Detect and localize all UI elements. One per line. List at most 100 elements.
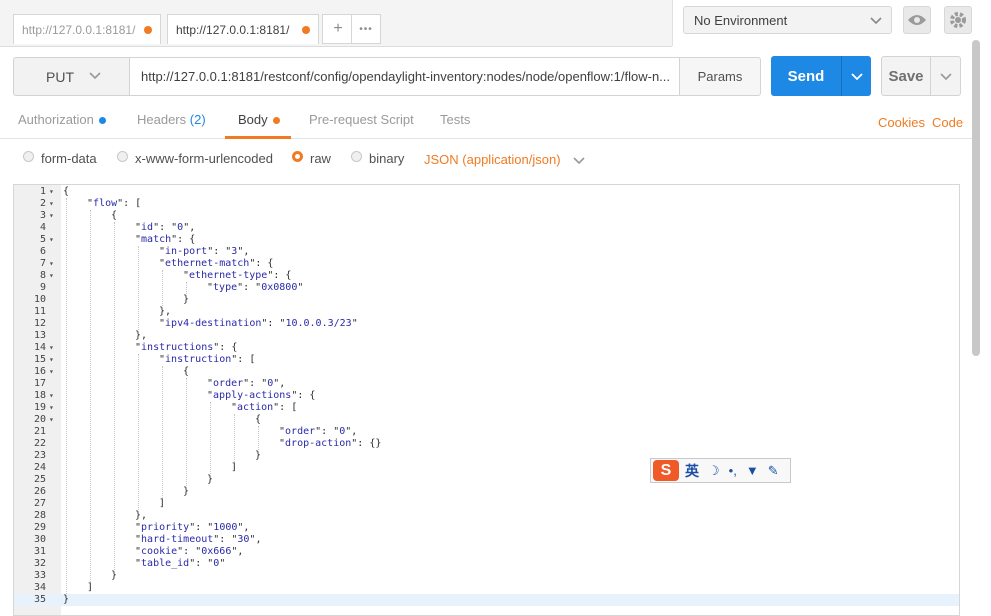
code-text: } [255,450,262,461]
cookies-link[interactable]: Cookies [878,115,925,130]
fold-toggle-icon[interactable]: ▾ [49,390,54,402]
fold-toggle-icon[interactable]: ▾ [49,234,54,246]
fold-toggle-icon[interactable]: ▾ [49,258,54,270]
radio-raw[interactable] [292,151,303,162]
tab-body[interactable]: Body [238,112,280,127]
method-select[interactable]: PUT [13,57,129,96]
code-line: 11}, [14,306,959,318]
line-number: 35 [33,594,46,605]
code-text: } [183,294,190,305]
code-line: 6 "in-port": "3", [14,246,959,258]
params-button[interactable]: Params [679,57,761,96]
tab-tests[interactable]: Tests [440,112,470,127]
fold-toggle-icon[interactable]: ▾ [49,186,54,198]
request-tab-2[interactable]: http://127.0.0.1:8181/ [167,14,319,44]
tab-headers[interactable]: Headers (2) [137,112,206,127]
punctuation-icon[interactable]: •, [729,463,737,478]
gear-icon[interactable] [944,6,972,34]
fold-toggle-icon[interactable]: ▾ [49,210,54,222]
send-button[interactable]: Send [771,56,841,96]
code-line: 20 ▾ { [14,414,959,426]
more-tabs-button[interactable]: ••• [351,14,381,44]
code-line: 28}, [14,510,959,522]
request-tab-1[interactable]: http://127.0.0.1:8181/ [13,14,161,44]
line-number: 32 [33,558,46,569]
code-text: "hard-timeout": "30", [135,534,262,545]
moon-icon[interactable]: ☽ [708,463,720,479]
chevron-down-icon [939,73,952,81]
fold-toggle-icon[interactable]: ▾ [49,402,54,414]
indicator-dot-icon [98,117,106,125]
fold-toggle-icon[interactable]: ▾ [49,414,54,426]
line-number: 11 [33,306,46,317]
add-tab-button[interactable]: + [322,14,354,44]
line-number: 31 [33,546,46,557]
body-editor[interactable]: 1 ▾{2 ▾ "flow": [3 ▾{4 "id": "0", 5 ▾ "match": {… [13,184,960,616]
line-number: 33 [33,570,46,581]
fold-toggle-icon[interactable]: ▾ [49,270,54,282]
code-text: ] [159,498,166,509]
shirt-icon[interactable]: ▼ [746,463,759,478]
line-number: 3 [39,210,46,221]
radio-urlencoded[interactable] [117,151,128,162]
eye-icon[interactable] [903,6,931,34]
tab-label: Body [238,112,268,127]
line-number: 9 [39,282,46,293]
unsaved-dot-icon [144,25,152,34]
line-number: 16 [33,366,46,377]
code-text: "in-port": "3", [159,246,250,257]
code-line: 13}, [14,330,959,342]
environment-select[interactable]: No Environment [683,6,892,34]
save-options-button[interactable] [930,56,961,96]
code-line: 26} [14,486,959,498]
tab-authorization[interactable]: Authorization [18,112,106,127]
fold-toggle-icon[interactable]: ▾ [49,198,54,210]
language-toggle[interactable]: 英 [685,461,699,481]
ime-toolbar[interactable]: S 英 ☽ •, ▼ ✎ [650,458,791,483]
fold-toggle-icon[interactable]: ▾ [49,342,54,354]
code-line: 34] [14,582,959,594]
fold-toggle-icon[interactable]: ▾ [49,366,54,378]
fold-toggle-icon[interactable]: ▾ [49,354,54,366]
tab-label: http://127.0.0.1:8181/ [176,22,290,37]
tab-pre-request-script[interactable]: Pre-request Script [309,112,414,127]
radio-label: form-data [41,151,97,166]
code-line: 33} [14,570,959,582]
line-number: 30 [33,534,46,545]
code-text: "drop-action": {} [279,438,382,449]
code-text: }, [135,330,148,341]
save-button[interactable]: Save [881,56,931,96]
code-line: 31 "cookie": "0x666", [14,546,959,558]
headers-count: (2) [189,112,206,127]
line-number: 18 [33,390,46,401]
radio-form-data[interactable] [23,151,34,162]
method-value: PUT [46,68,74,85]
code-text: } [111,570,118,581]
code-text: ] [231,462,238,473]
line-number: 14 [33,342,46,353]
line-number: 8 [39,270,46,281]
chevron-down-icon [573,156,585,164]
scrollbar[interactable] [972,40,980,356]
line-number: 19 [33,402,46,413]
code-text: "instructions": { [135,342,238,353]
sogou-logo-icon: S [653,460,679,481]
code-link[interactable]: Code [932,115,963,130]
code-line: 16 ▾ { [14,366,959,378]
content-type-select[interactable]: JSON (application/json) [424,152,586,167]
radio-binary[interactable] [351,151,362,162]
line-number: 29 [33,522,46,533]
line-number: 13 [33,330,46,341]
code-text: "apply-actions": { [207,390,316,401]
radio-label: raw [310,151,331,166]
send-options-button[interactable] [841,56,871,96]
line-number: 17 [33,378,46,389]
code-line: 17 "order": "0", [14,378,959,390]
url-input[interactable]: http://127.0.0.1:8181/restconf/config/op… [129,57,680,96]
environment-value: No Environment [694,12,788,28]
code-text: { [63,186,70,197]
line-number: 2 [39,198,46,209]
code-line: 22 "drop-action": {} [14,438,959,450]
code-text: }, [159,306,172,317]
wrench-icon[interactable]: ✎ [768,463,779,479]
